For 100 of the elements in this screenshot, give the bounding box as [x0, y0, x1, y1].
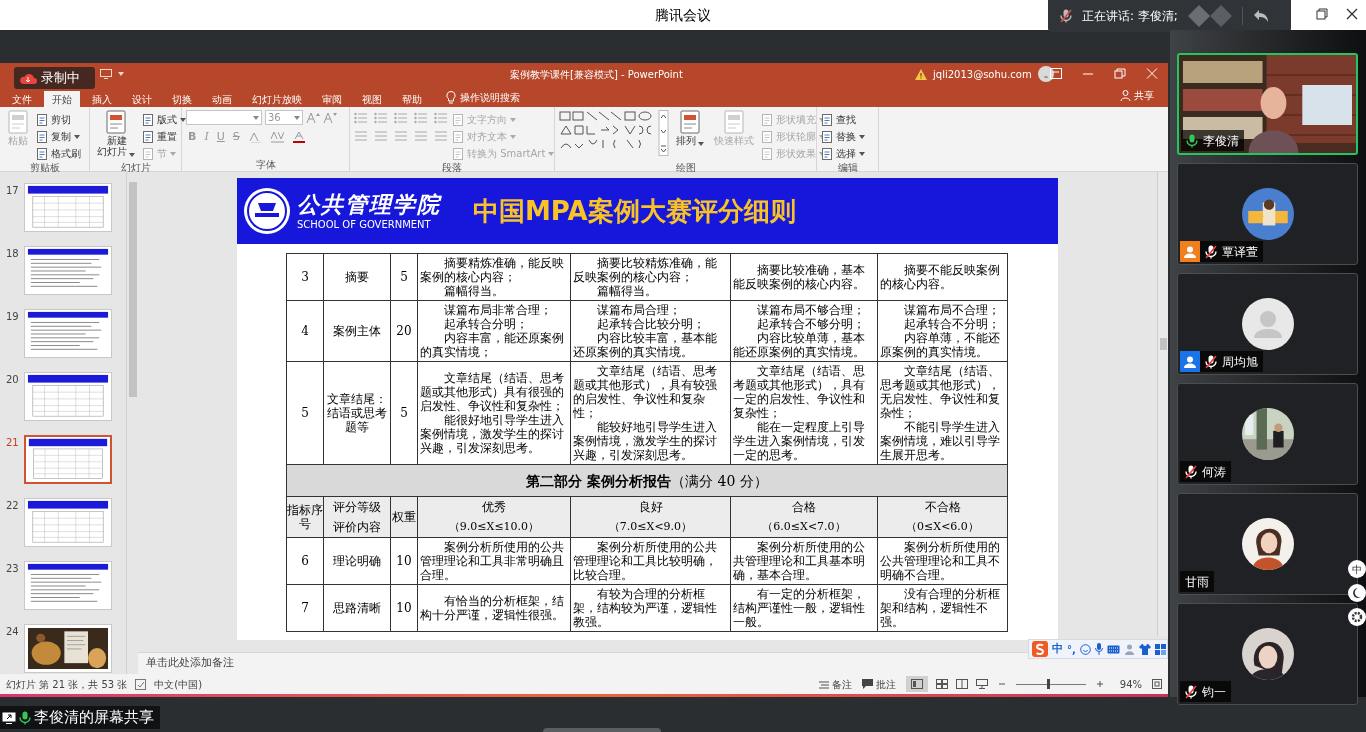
table-cell: 20 — [390, 300, 418, 362]
format-button[interactable]: U — [216, 129, 225, 146]
ribbon-button[interactable]: 重置 — [157, 129, 177, 144]
grade-name: 合格 — [791, 499, 817, 516]
ribbon-button[interactable]: 版式 — [157, 112, 177, 127]
group-label: 段落 — [441, 161, 463, 174]
grade-range: （9.0≤X≤10.0） — [447, 519, 541, 535]
table-cell: 5 — [286, 361, 324, 465]
ribbon-tab[interactable]: 审阅 — [314, 91, 350, 107]
ribbon-button[interactable]: 替换 — [836, 129, 856, 144]
table-cell: 文章结尾（结语、思考题或其他形式），无启发性、争议性和复杂性； 不能引导学生进入案例情境，难以引导学生展开思考。 — [877, 361, 1008, 465]
slide-number: 17 — [6, 184, 20, 198]
table-cell: 摘要精炼准确，能反映案例的核心内容； 篇幅得当。 — [417, 253, 571, 301]
comments-button[interactable]: 批注 — [875, 676, 896, 692]
table-cell: 案例主体 — [323, 300, 391, 362]
ribbon-tab[interactable]: 幻灯片放映 — [244, 91, 310, 107]
participant-name: 李俊清 — [1203, 132, 1239, 150]
punctuation-button[interactable]: °, — [1067, 641, 1076, 657]
table-cell: 6 — [286, 537, 324, 585]
column-header: 评分等级 — [332, 499, 382, 516]
input-mode-button[interactable]: 中 — [1052, 640, 1063, 658]
group-label: 绘图 — [674, 161, 697, 174]
table-cell: 文章结尾：结语或思考题等 — [323, 361, 391, 465]
slide-counter: 幻灯片 第 21 张，共 53 张 — [6, 677, 128, 692]
screen-share-label: 李俊清的屏幕共享 — [34, 707, 154, 729]
ribbon-tab[interactable]: 文件 — [4, 91, 40, 107]
section-heading: 第二部分 案例分析报告（满分 40 分） — [286, 464, 1008, 497]
ribbon-tab[interactable]: 切换 — [164, 91, 200, 107]
ribbon-button[interactable]: 复制 — [51, 129, 71, 144]
table-cell: 谋篇布局不够合理； 起承转合不够分明； 内容比较单薄，基本能还原案例的真实情境。 — [730, 300, 878, 362]
slide-number: 23 — [6, 562, 20, 576]
ribbon-button[interactable]: 排列 — [676, 135, 696, 146]
slide-number: 24 — [6, 625, 20, 639]
notes-placeholder[interactable]: 单击此处添加备注 — [146, 655, 234, 672]
column-header: 权重 — [392, 510, 416, 524]
slide-title: 中国MPA案例大赛评分细则 — [473, 194, 796, 228]
table-cell: 有一定的分析框架，结构严谨性一般，逻辑性一般。 — [730, 584, 878, 632]
table-cell: 案例分析所使用的公共管理理论和工具基本明确，基本合理。 — [730, 537, 878, 585]
table-cell: 思路清晰 — [323, 584, 391, 632]
table-cell: 10 — [390, 584, 418, 632]
language-indicator[interactable]: 中文(中国) — [154, 676, 203, 692]
participant-tile[interactable]: 何涛 — [1177, 383, 1358, 485]
ribbon-button[interactable]: 新建幻灯片 — [97, 135, 127, 157]
share-button[interactable]: 共享 — [1134, 88, 1154, 103]
grade-name: 不合格 — [923, 499, 962, 516]
ribbon-tab[interactable]: 插入 — [84, 91, 120, 107]
ribbon-button[interactable]: 格式刷 — [51, 146, 81, 161]
participant-tile[interactable]: 周均旭 — [1177, 273, 1358, 375]
table-cell: 文章结尾（结语、思考题或其他形式）具有很强的启发性、争议性和复杂性； 能很好地引导学生进入案例情境，激发学生的探讨兴趣，引发深刻思考。 — [417, 361, 571, 465]
table-cell: 谋篇布局非常合理； 起承转合分明； 内容丰富，能还原案例的真实情境； — [417, 300, 571, 362]
table-cell: 3 — [286, 253, 324, 301]
participant-tile[interactable]: 李俊清 — [1177, 53, 1358, 155]
table-cell: 摘要比较准确，基本能反映案例的核心内容。 — [730, 253, 878, 301]
slide-number: 18 — [6, 247, 20, 261]
ribbon-button[interactable]: 剪切 — [51, 112, 71, 127]
zoom-level[interactable]: 94% — [1119, 676, 1142, 692]
slide-number: 20 — [6, 373, 20, 387]
group-label: 幻灯片 — [119, 161, 152, 174]
group-label: 编辑 — [836, 161, 859, 174]
group-label: 剪贴板 — [28, 161, 61, 174]
slide-number: 22 — [6, 499, 20, 513]
participant-name: 周均旭 — [1222, 353, 1258, 371]
school-english-name: SCHOOL OF GOVERNMENT — [297, 217, 432, 232]
ribbon-button[interactable]: 选择 — [836, 146, 856, 161]
language-button[interactable]: 中 — [1348, 560, 1366, 578]
table-cell: 案例分析所使用的公共管理理论和工具非常明确且合理。 — [417, 537, 571, 585]
table-cell: 文章结尾（结语、思考题或其他形式），具有一定的启发性、争议性和复杂性； 能在一定程度上引导学生进入案例情境，引发一定的思考。 — [730, 361, 878, 465]
ribbon-tab[interactable]: 帮助 — [394, 91, 430, 107]
ribbon-tab[interactable]: 动画 — [204, 91, 240, 107]
table-cell: 摘要 — [323, 253, 391, 301]
table-cell: 没有合理的分析框架和结构，逻辑性不强。 — [877, 584, 1008, 632]
speaker-label: 正在讲话: 李俊清; — [1082, 8, 1178, 25]
participant-name: 何涛 — [1202, 463, 1226, 481]
table-cell: 5 — [390, 253, 418, 301]
table-cell: 有恰当的分析框架，结构十分严谨，逻辑性很强。 — [417, 584, 571, 632]
grade-range: （7.0≤X<9.0） — [607, 519, 694, 535]
document-title: 案例教学课件[兼容模式] - PowerPoint — [510, 68, 683, 82]
format-button[interactable]: S — [232, 129, 240, 146]
ribbon-tab[interactable]: 视图 — [354, 91, 390, 107]
ribbon-tab[interactable]: 设计 — [124, 91, 160, 107]
column-header: 指标序号 — [287, 503, 323, 531]
ribbon-button[interactable]: 查找 — [836, 112, 856, 127]
table-cell: 有较为合理的分析框架，结构较为严谨，逻辑性教强。 — [570, 584, 731, 632]
participant-tile[interactable]: 覃译萱 — [1177, 163, 1358, 265]
column-header: 评价内容 — [332, 519, 382, 536]
notes-button[interactable]: 备注 — [831, 676, 852, 692]
account-email: jqli2013@sohu.com — [933, 67, 1032, 82]
font-size-field[interactable]: 36 — [265, 110, 303, 125]
table-cell: 4 — [286, 300, 324, 362]
participant-name: 覃译萱 — [1222, 243, 1258, 261]
recording-label: 录制中 — [41, 69, 80, 88]
table-cell: 谋篇布局合理； 起承转合比较分明； 内容比较丰富，基本能还原案例的真实情境。 — [570, 300, 731, 362]
table-cell: 理论明确 — [323, 537, 391, 585]
table-cell: 5 — [390, 361, 418, 465]
ribbon-tab[interactable]: 开始 — [44, 91, 80, 107]
school-name: 公共管理学院 — [297, 190, 441, 217]
search-hint[interactable]: 操作说明搜索 — [460, 89, 520, 105]
participant-tile[interactable]: 钧一 — [1177, 603, 1358, 705]
slide-number: 21 — [6, 436, 20, 450]
table-cell: 7 — [286, 584, 324, 632]
